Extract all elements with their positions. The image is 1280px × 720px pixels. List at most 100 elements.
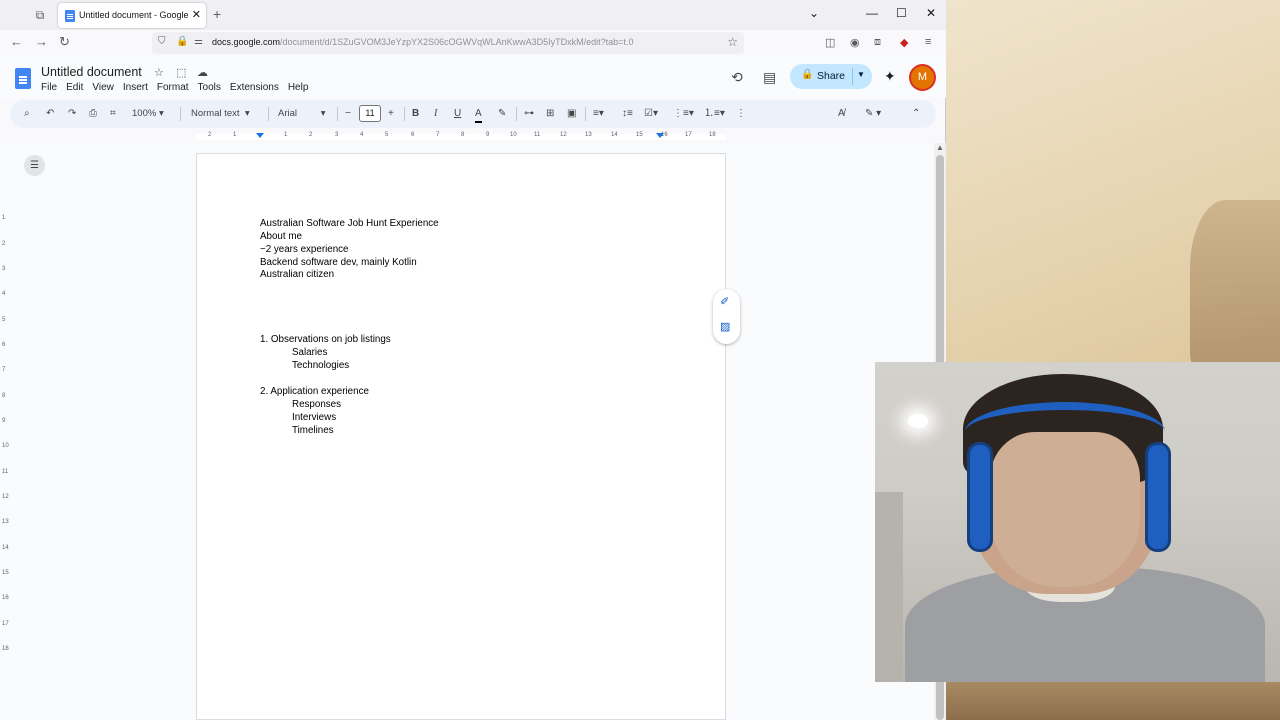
new-tab-icon[interactable]: + [213,6,221,22]
insert-image-icon[interactable]: ▣ [567,107,576,121]
menu-insert[interactable]: Insert [123,82,148,93]
vruler-tick: 9 [2,418,6,424]
gemini-icon[interactable]: ✦ [884,68,896,85]
editing-mode-icon[interactable]: ✎ ▾ [865,107,881,121]
move-folder-icon[interactable]: ⬚ [176,66,186,79]
menu-edit[interactable]: Edit [66,82,83,93]
menu-tools[interactable]: Tools [198,82,221,93]
docs-logo-icon[interactable] [15,68,31,89]
star-icon[interactable]: ☆ [154,66,164,79]
undo-icon[interactable]: ↶ [46,107,54,121]
add-emoji-reaction-icon[interactable]: ▨ [720,320,730,333]
version-history-icon[interactable]: ⟲ [731,69,743,86]
document-title[interactable]: Untitled document [41,65,142,79]
bookmark-star-icon[interactable]: ☆ [727,35,738,49]
app-menu-icon[interactable]: ≡ [925,36,931,48]
menu-file[interactable]: File [41,82,57,93]
doc-heading[interactable]: Australian Software Job Hunt Experience [260,218,439,229]
vruler-tick: 4 [2,291,6,297]
menu-extensions[interactable]: Extensions [230,82,279,93]
menu-help[interactable]: Help [288,82,309,93]
hide-menus-icon[interactable]: ⌃ [912,107,920,121]
bold-icon[interactable]: B [412,107,419,121]
doc-line[interactable]: ~2 years experience [260,244,349,255]
reload-icon[interactable]: ↻ [59,34,70,50]
numbered-list-icon[interactable]: ⒈≡▾ [704,107,725,121]
doc-line[interactable]: About me [260,231,302,242]
share-lock-icon: 🔒 [801,69,814,80]
vruler-tick: 7 [2,367,6,373]
doc-line[interactable]: Backend software dev, mainly Kotlin [260,257,417,268]
window-close-icon[interactable]: ✕ [926,6,936,20]
font-select[interactable]: Arial ▾ [278,107,326,121]
shield-icon[interactable]: ⛉ [158,36,166,47]
insert-link-icon[interactable]: ⊶ [524,107,534,121]
list-all-tabs-icon[interactable]: ⌄ [809,6,819,20]
align-icon[interactable]: ≡▾ [593,107,604,121]
print-icon[interactable]: ⎙ [89,107,97,121]
style-select[interactable]: Normal text ▾ [191,107,250,121]
back-icon[interactable]: ← [10,34,23,49]
help-me-write-icon[interactable]: ✐ [720,295,729,308]
sub-list-item[interactable]: Salaries [292,347,327,358]
ruler-tick: 11 [534,132,541,138]
checklist-icon[interactable]: ☑▾ [644,107,658,121]
highlight-color-icon[interactable]: ✎ [498,107,506,121]
ruler-tick: 8 [461,132,465,138]
menu-format[interactable]: Format [157,82,189,93]
sub-list-item[interactable]: Technologies [292,360,349,371]
list-item[interactable]: 1. Observations on job listings [260,334,391,345]
share-dropdown-icon[interactable]: ▼ [857,70,865,79]
pocket-icon[interactable]: ◫ [825,36,835,49]
url-text[interactable]: docs.google.com/document/d/1SZuGVOM3JeYz… [212,37,633,47]
decrease-font-size-icon[interactable]: − [345,107,351,121]
paint-format-icon[interactable]: ⌗ [110,107,116,121]
extensions-icon[interactable]: ⧈ [874,36,881,49]
add-comment-icon[interactable]: ⊞ [546,107,554,121]
list-item[interactable]: 2. Application experience [260,386,369,397]
vruler-tick: 8 [2,393,6,399]
ruler-tick: 12 [560,132,567,138]
tab-bar: ⧉ Untitled document - Google Do ✕ + ⌄ — … [0,0,946,30]
extension-badge-icon[interactable]: ◆ [900,36,908,49]
sub-list-item[interactable]: Interviews [292,412,336,423]
increase-font-size-icon[interactable]: + [388,107,394,121]
forward-icon[interactable]: → [35,34,48,49]
permissions-icon[interactable]: ⚌ [194,36,203,47]
tab-list-icon[interactable]: ⧉ [32,7,48,23]
document-outline-icon[interactable]: ☰ [24,155,45,176]
account-icon[interactable]: ◉ [850,36,860,49]
ruler-tick: 2 [309,132,313,138]
sub-list-item[interactable]: Timelines [292,425,334,436]
more-options-icon[interactable]: ⋮ [736,107,746,121]
browser-tab[interactable]: Untitled document - Google Do ✕ [58,3,206,28]
maximize-icon[interactable]: ☐ [896,6,907,20]
address-bar[interactable]: ⛉ 🔒 ⚌ docs.google.com/document/d/1SZuGVO… [152,32,744,54]
underline-icon[interactable]: U [454,107,461,121]
avatar[interactable]: M [909,64,936,91]
search-menus-icon[interactable]: ⌕ [24,107,30,121]
font-size-input[interactable]: 11 [359,105,381,122]
minimize-icon[interactable]: — [866,6,878,20]
spellcheck-icon[interactable]: A̸ [838,107,845,121]
comments-icon[interactable]: ▤ [763,69,776,86]
tab-close-icon[interactable]: ✕ [192,8,201,22]
vruler-tick: 11 [2,469,9,475]
text-color-icon[interactable]: A [475,107,482,123]
sub-list-item[interactable]: Responses [292,399,341,410]
zoom-select[interactable]: 100% ▾ [132,107,164,121]
scroll-up-icon[interactable]: ▲ [936,143,944,152]
lock-icon[interactable]: 🔒 [176,36,188,47]
vruler-tick: 12 [2,494,9,500]
background-door [875,492,903,682]
document-page[interactable]: Australian Software Job Hunt Experience … [196,153,726,720]
menu-view[interactable]: View [92,82,114,93]
cloud-status-icon[interactable]: ☁ [197,66,208,79]
bulleted-list-icon[interactable]: ⋮≡▾ [673,107,694,121]
italic-icon[interactable]: I [434,107,437,121]
share-button[interactable]: 🔒 Share ▼ [790,64,872,89]
redo-icon[interactable]: ↷ [68,107,76,121]
left-indent-marker[interactable] [256,133,264,138]
line-spacing-icon[interactable]: ↕≡ [622,107,633,121]
doc-line[interactable]: Australian citizen [260,269,334,280]
